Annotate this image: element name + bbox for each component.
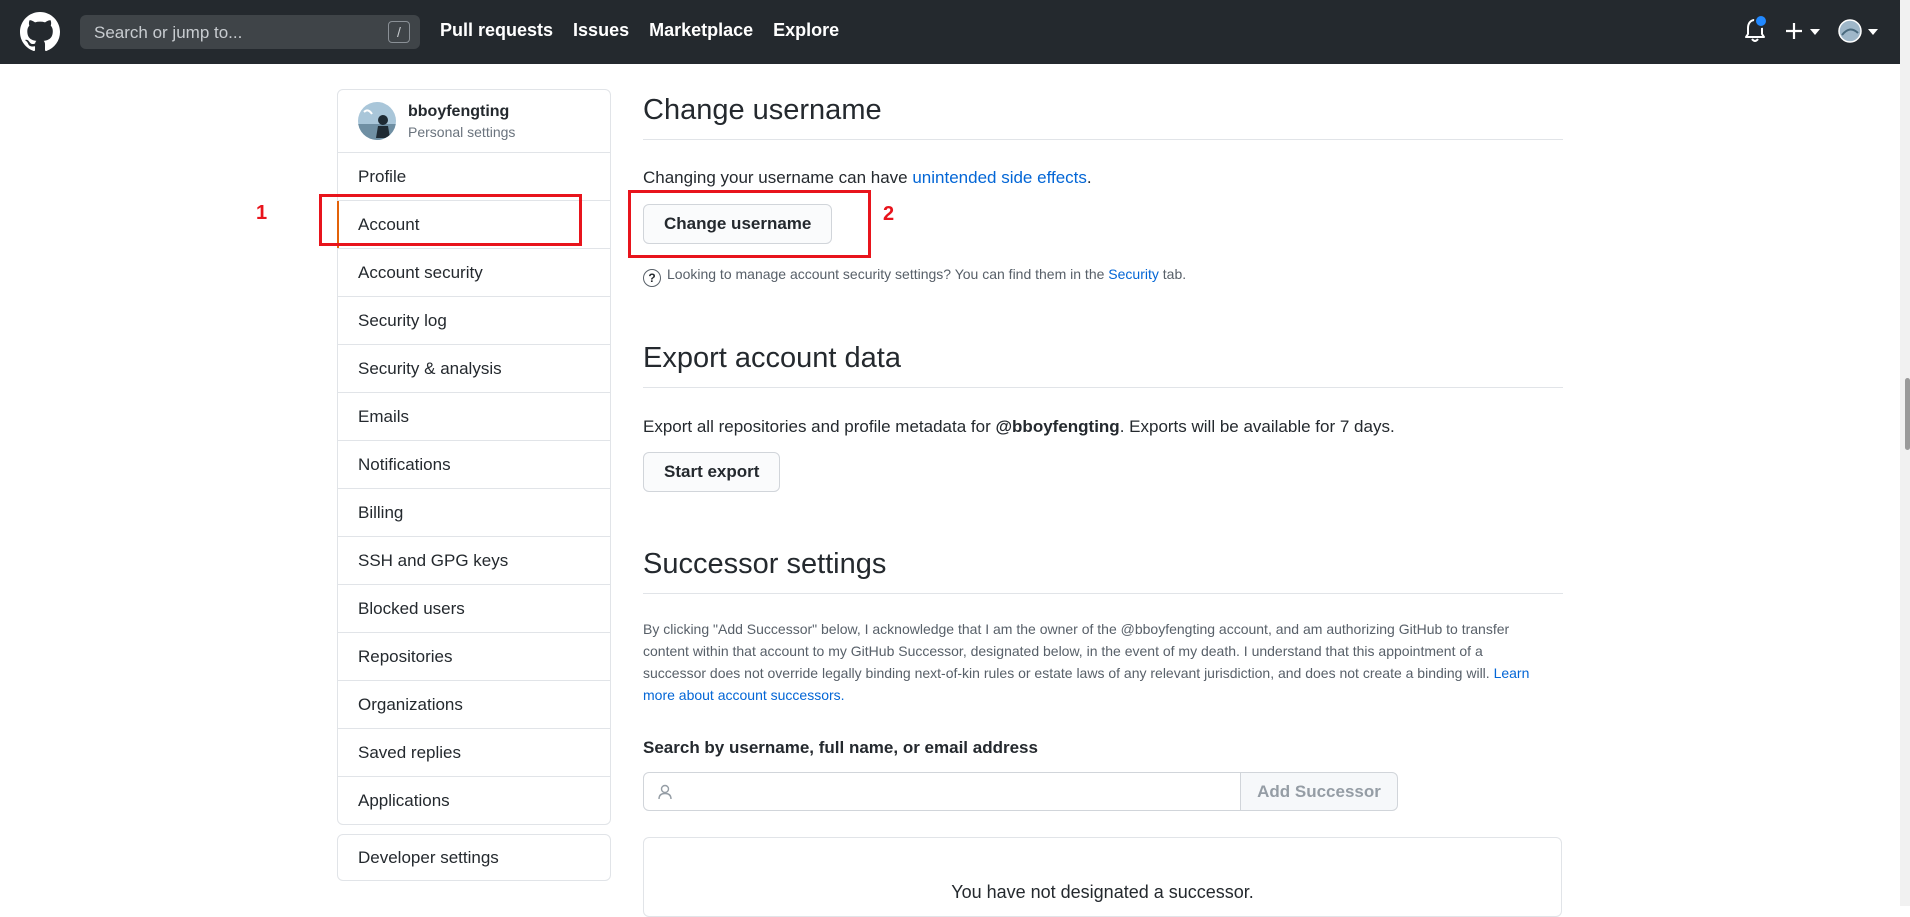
change-username-text-end: . [1086,168,1092,187]
export-text-end: . Exports will be available for 7 days. [1119,417,1395,436]
top-nav: Pull requests Issues Marketplace Explore [440,20,859,41]
search-placeholder: Search or jump to... [94,23,243,42]
export-text: Export all repositories and profile meta… [643,417,996,436]
avatar[interactable] [358,102,396,140]
sidebar-username[interactable]: bboyfengting [408,103,509,121]
search-input[interactable]: Search or jump to... / [80,15,420,49]
sidebar-item-organizations[interactable]: Organizations [338,681,610,729]
export-account-heading: Export account data [643,342,1563,388]
top-header: Search or jump to... / Pull requests Iss… [0,0,1900,64]
nav-issues[interactable]: Issues [573,20,629,41]
scrollbar-thumb[interactable] [1905,378,1910,450]
create-new-button[interactable] [1782,14,1826,48]
export-description: Export all repositories and profile meta… [643,417,1395,437]
sidebar-item-billing[interactable]: Billing [338,489,610,537]
plus-icon [1786,23,1802,39]
sidebar-item-account-security[interactable]: Account security [338,249,610,297]
security-note-text: Looking to manage account security setti… [667,266,1109,282]
avatar-image-icon [358,102,396,140]
successor-search-input[interactable] [643,772,1241,811]
search-shortcut-key: / [388,21,410,43]
sidebar-subtitle: Personal settings [408,124,516,140]
change-username-description: Changing your username can have unintend… [643,168,1092,188]
sidebar-item-security-analysis[interactable]: Security & analysis [338,345,610,393]
add-successor-button[interactable]: Add Successor [1240,772,1398,811]
export-handle: @bboyfengting [995,417,1120,436]
change-username-heading: Change username [643,94,1563,140]
change-username-text: Changing your username can have [643,168,913,187]
github-logo-icon[interactable] [20,12,60,52]
annotation-box-1 [319,194,582,246]
person-icon [658,784,672,800]
notifications-button[interactable] [1740,14,1770,48]
sidebar-item-developer-settings[interactable]: Developer settings [338,835,610,880]
sidebar-item-applications[interactable]: Applications [338,777,610,824]
nav-explore[interactable]: Explore [773,20,839,41]
sidebar-item-ssh-gpg-keys[interactable]: SSH and GPG keys [338,537,610,585]
annotation-number-1: 1 [256,202,268,224]
sidebar-item-emails[interactable]: Emails [338,393,610,441]
user-avatar-icon [1838,19,1862,43]
caret-down-icon [1810,29,1820,35]
successor-list-box: You have not designated a successor. [643,837,1562,917]
annotation-number-2: 2 [883,203,895,225]
scrollbar-track[interactable] [1900,0,1910,906]
sidebar-item-notifications[interactable]: Notifications [338,441,610,489]
nav-marketplace[interactable]: Marketplace [649,20,753,41]
no-successor-message: You have not designated a successor. [951,882,1254,902]
successor-search-label: Search by username, full name, or email … [643,738,1038,757]
developer-settings-panel: Developer settings [337,834,611,881]
user-menu-button[interactable] [1836,14,1884,48]
sidebar-item-repositories[interactable]: Repositories [338,633,610,681]
sidebar-item-saved-replies[interactable]: Saved replies [338,729,610,777]
question-icon: ? [643,269,661,287]
sidebar-item-security-log[interactable]: Security log [338,297,610,345]
security-note: ? Looking to manage account security sett… [643,266,1186,287]
successor-legal-body: By clicking "Add Successor" below, I ack… [643,621,1510,681]
security-tab-link[interactable]: Security [1108,266,1159,282]
successor-legal-text: By clicking "Add Successor" below, I ack… [643,618,1543,706]
security-note-text-end: tab. [1158,266,1187,282]
notification-dot [1754,14,1768,28]
sidebar-item-blocked-users[interactable]: Blocked users [338,585,610,633]
change-username-button[interactable]: Change username [643,204,833,244]
caret-down-icon [1868,29,1878,35]
start-export-button[interactable]: Start export [643,452,781,492]
nav-pull-requests[interactable]: Pull requests [440,20,553,41]
sidebar-user-header: bboyfengting Personal settings [338,90,610,153]
successor-settings-heading: Successor settings [643,548,1563,594]
side-effects-link[interactable]: unintended side effects [912,168,1087,187]
